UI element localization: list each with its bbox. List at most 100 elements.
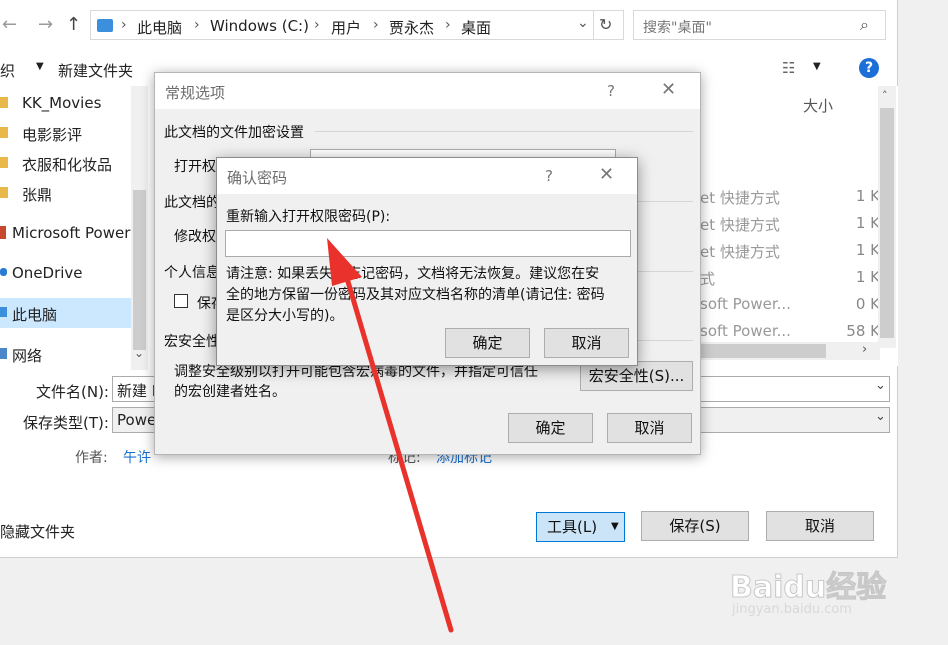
- chevron-down-icon[interactable]: ⌄: [577, 15, 589, 31]
- cancel-button[interactable]: 取消: [607, 413, 692, 443]
- breadcrumb-drive[interactable]: Windows (C:): [210, 17, 309, 35]
- nav-scrollbar[interactable]: ⌄: [131, 86, 148, 370]
- search-icon[interactable]: ⌕: [860, 15, 869, 35]
- chevron-down-icon[interactable]: ⌄: [134, 346, 144, 360]
- refresh-icon[interactable]: ↻: [599, 15, 612, 34]
- back-arrow-icon[interactable]: ←: [2, 14, 17, 35]
- privacy-checkbox[interactable]: [174, 294, 188, 308]
- search-placeholder: 搜索"桌面": [643, 20, 712, 36]
- folder-icon: [0, 187, 8, 198]
- watermark-brand: Baidu经验: [729, 570, 887, 606]
- folder-icon: [0, 157, 8, 168]
- hide-folders-toggle[interactable]: 隐藏文件夹: [0, 521, 75, 542]
- macro-text-line2: 的宏创建者姓名。: [174, 384, 286, 400]
- author-label: 作者:: [75, 450, 108, 466]
- size-column-header[interactable]: 大小: [803, 95, 833, 116]
- nav-item-this-pc[interactable]: 此电脑: [0, 298, 131, 328]
- ok-button[interactable]: 确定: [508, 413, 593, 443]
- modify-password-label: 修改权: [174, 229, 216, 245]
- chevron-right-icon[interactable]: ›: [862, 342, 867, 357]
- warning-line3: 是区分大小写的)。: [226, 308, 344, 324]
- password-prompt: 重新输入打开权限密码(P):: [226, 209, 391, 225]
- close-icon[interactable]: ✕: [661, 79, 676, 100]
- chevron-down-icon[interactable]: ⌄: [875, 378, 886, 393]
- filetype-label: 保存类型(T):: [23, 414, 109, 432]
- privacy-heading: 个人信息: [164, 265, 220, 281]
- caret-down-icon: ▼: [36, 61, 44, 72]
- folder-icon: [0, 97, 8, 108]
- encrypt-heading: 此文档的文件加密设置: [164, 125, 304, 141]
- password-input[interactable]: [225, 230, 631, 257]
- save-button[interactable]: 保存(S): [641, 511, 749, 541]
- file-row[interactable]: et 快捷方式 1 K: [700, 238, 880, 264]
- close-icon[interactable]: ✕: [599, 164, 614, 185]
- tools-button[interactable]: 工具(L) ▼: [536, 512, 625, 542]
- chevron-right-icon: ›: [194, 17, 200, 33]
- navigation-pane: KK_Movies 电影影评 衣服和化妆品 张鼎 Microsoft Power…: [0, 86, 148, 370]
- view-options-icon[interactable]: ☷: [782, 59, 795, 77]
- warning-line1: 请注意: 如果丢失或忘记密码，文档将无法恢复。建议您在安: [226, 266, 600, 282]
- breadcrumb-desktop[interactable]: 桌面: [461, 17, 491, 38]
- horizontal-scrollbar[interactable]: ›: [700, 342, 880, 360]
- nav-item-network[interactable]: 网络: [0, 342, 130, 366]
- author-value[interactable]: 午许: [123, 447, 151, 467]
- breadcrumb-user[interactable]: 贾永杰: [389, 17, 434, 38]
- divider: [593, 11, 594, 39]
- title-bar: [155, 73, 700, 109]
- warning-line2: 全的地方保留一份密码及其对应文档名称的清单(请记住: 密码: [226, 287, 605, 303]
- search-box[interactable]: 搜索"桌面" ⌕: [633, 10, 886, 40]
- chevron-right-icon: ›: [314, 17, 320, 33]
- caret-down-icon[interactable]: ▼: [813, 61, 821, 72]
- chevron-up-icon[interactable]: ˄: [882, 89, 888, 102]
- nav-item-clothes[interactable]: 衣服和化妆品: [0, 151, 130, 175]
- help-icon[interactable]: ?: [607, 82, 615, 100]
- nav-item-kk-movies[interactable]: KK_Movies: [0, 91, 130, 115]
- dialog-title: 确认密码: [227, 169, 288, 187]
- open-password-label: 打开权: [174, 159, 216, 175]
- organize-button[interactable]: 织: [0, 60, 15, 81]
- filename-label: 文件名(N):: [36, 383, 109, 401]
- chevron-right-icon: ›: [445, 17, 451, 33]
- file-row[interactable]: et 快捷方式 1 K: [700, 184, 880, 210]
- breadcrumb-users[interactable]: 用户: [331, 17, 361, 38]
- nav-item-movie-reviews[interactable]: 电影影评: [0, 121, 130, 145]
- cloud-icon: [0, 268, 7, 276]
- network-icon: [0, 348, 7, 359]
- chevron-right-icon: ›: [373, 17, 379, 33]
- help-icon[interactable]: ?: [545, 167, 553, 185]
- file-row[interactable]: et 快捷方式 1 K: [700, 211, 880, 237]
- cancel-button[interactable]: 取消: [544, 328, 629, 358]
- file-list-scrollbar[interactable]: ˄: [878, 86, 896, 348]
- help-icon[interactable]: ?: [859, 58, 879, 78]
- divider: [315, 131, 693, 132]
- watermark: Baidu经验 jingyan.baidu.com: [728, 562, 898, 622]
- nav-item-zhangding[interactable]: 张鼎: [0, 181, 130, 205]
- confirm-password-dialog: 确认密码 ? ✕ 重新输入打开权限密码(P): 请注意: 如果丢失或忘记密码，文…: [216, 157, 638, 366]
- nav-item-powerpoint[interactable]: Microsoft Power: [0, 221, 131, 245]
- breadcrumb-this-pc[interactable]: 此电脑: [137, 17, 182, 38]
- folder-icon: [0, 127, 8, 138]
- computer-icon: [0, 307, 7, 317]
- scroll-thumb[interactable]: [880, 108, 894, 338]
- ok-button[interactable]: 确定: [445, 328, 530, 358]
- nav-item-onedrive[interactable]: OneDrive: [0, 261, 130, 285]
- divider: [638, 271, 693, 272]
- chevron-right-icon: ›: [121, 17, 127, 33]
- cancel-button[interactable]: 取消: [766, 511, 874, 541]
- scroll-thumb[interactable]: [133, 190, 146, 350]
- up-arrow-icon[interactable]: ↑: [66, 14, 81, 35]
- address-bar[interactable]: › 此电脑 › Windows (C:) › 用户 › 贾永杰 › 桌面 ⌄ ↻: [90, 10, 624, 40]
- watermark-url: jingyan.baidu.com: [732, 602, 852, 617]
- file-row[interactable]: 式1 K: [700, 265, 880, 291]
- caret-down-icon: ▼: [611, 521, 619, 532]
- file-row[interactable]: soft Power... 0 K: [700, 292, 880, 318]
- forward-arrow-icon[interactable]: →: [38, 14, 53, 35]
- share-heading: 此文档的: [164, 195, 220, 211]
- new-folder-button[interactable]: 新建文件夹: [58, 60, 133, 81]
- chevron-down-icon[interactable]: ⌄: [875, 409, 886, 424]
- computer-icon: [97, 19, 113, 32]
- scroll-thumb[interactable]: [700, 344, 826, 358]
- macro-heading: 宏安全性: [164, 334, 220, 350]
- dialog-title: 常规选项: [165, 84, 226, 102]
- file-list: 大小 et 快捷方式 1 K et 快捷方式 1 K et 快捷方式 1 K 式1 K…: [700, 86, 898, 366]
